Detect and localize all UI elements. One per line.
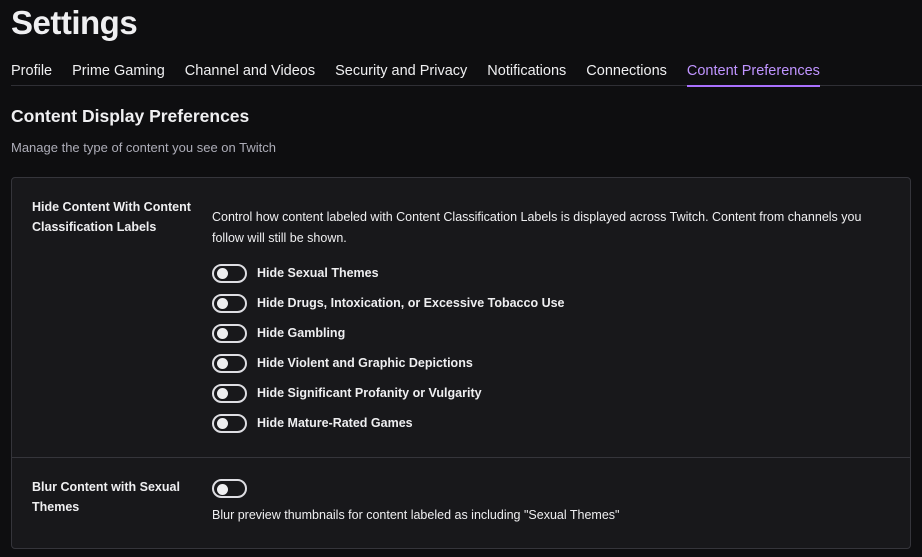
blur-content-description: Blur preview thumbnails for content labe… xyxy=(212,508,620,522)
hide-content-description: Control how content labeled with Content… xyxy=(212,210,862,245)
toggle-hide-sexual-themes[interactable] xyxy=(212,263,247,283)
toggle-knob xyxy=(217,388,228,399)
toggle-item-profanity: Hide Significant Profanity or Vulgarity xyxy=(212,378,565,408)
toggle-knob xyxy=(217,483,228,495)
hide-content-row: Hide Content With Content Classification… xyxy=(12,178,910,458)
tab-channel-and-videos[interactable]: Channel and Videos xyxy=(185,62,315,86)
settings-page: Settings Profile Prime Gaming Channel an… xyxy=(0,0,922,557)
toggle-label: Hide Gambling xyxy=(257,326,346,340)
hide-content-label: Hide Content With Content Classification… xyxy=(32,200,191,234)
toggle-knob xyxy=(217,358,228,369)
toggle-label: Hide Mature-Rated Games xyxy=(257,416,413,430)
toggle-knob xyxy=(217,418,228,429)
page-title: Settings xyxy=(11,4,138,41)
toggle-hide-mature-games[interactable] xyxy=(212,413,247,433)
toggle-label: Hide Drugs, Intoxication, or Excessive T… xyxy=(257,296,565,310)
toggle-item-sexual-themes: Hide Sexual Themes xyxy=(212,258,565,288)
section-subtitle: Manage the type of content you see on Tw… xyxy=(11,140,276,155)
tab-content-preferences[interactable]: Content Preferences xyxy=(686,62,820,87)
blur-content-label: Blur Content with Sexual Themes xyxy=(32,480,180,514)
toggle-hide-violent[interactable] xyxy=(212,353,247,373)
content-preferences-card: Hide Content With Content Classification… xyxy=(11,177,911,549)
section-title: Content Display Preferences xyxy=(11,106,250,126)
toggle-label: Hide Sexual Themes xyxy=(257,266,379,280)
tab-connections[interactable]: Connections xyxy=(586,62,667,86)
tab-prime-gaming[interactable]: Prime Gaming xyxy=(72,62,165,86)
toggle-label: Hide Significant Profanity or Vulgarity xyxy=(257,386,482,400)
toggle-knob xyxy=(217,328,228,339)
tab-notifications[interactable]: Notifications xyxy=(487,62,566,86)
settings-tabs: Profile Prime Gaming Channel and Videos … xyxy=(11,62,922,87)
blur-content-row: Blur Content with Sexual Themes Blur pre… xyxy=(12,458,910,548)
tab-security-and-privacy[interactable]: Security and Privacy xyxy=(335,62,467,86)
toggle-knob xyxy=(217,268,228,279)
hide-content-toggle-list: Hide Sexual Themes Hide Drugs, Intoxicat… xyxy=(212,258,565,438)
toggle-knob xyxy=(217,298,228,309)
toggle-item-gambling: Hide Gambling xyxy=(212,318,565,348)
toggle-label: Hide Violent and Graphic Depictions xyxy=(257,356,473,370)
toggle-hide-profanity[interactable] xyxy=(212,383,247,403)
toggle-item-violent: Hide Violent and Graphic Depictions xyxy=(212,348,565,378)
toggle-item-drugs: Hide Drugs, Intoxication, or Excessive T… xyxy=(212,288,565,318)
toggle-hide-drugs[interactable] xyxy=(212,293,247,313)
toggle-hide-gambling[interactable] xyxy=(212,323,247,343)
toggle-blur-sexual-themes[interactable] xyxy=(212,479,247,498)
toggle-item-mature-games: Hide Mature-Rated Games xyxy=(212,408,565,438)
tab-profile[interactable]: Profile xyxy=(11,62,52,86)
